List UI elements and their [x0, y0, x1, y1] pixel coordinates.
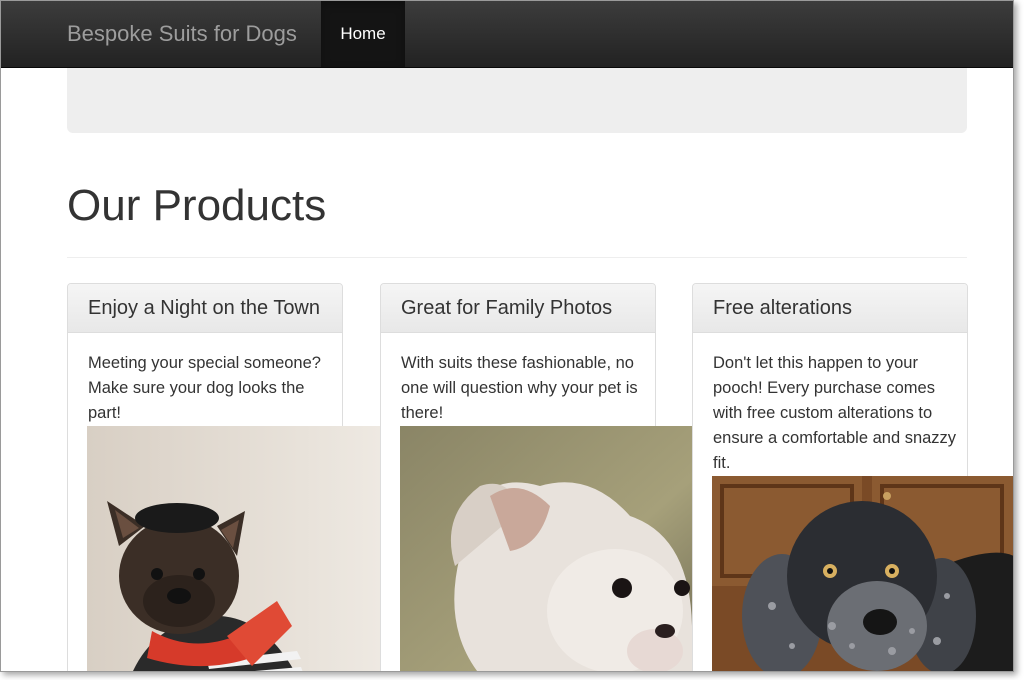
panel-heading: Free alterations — [693, 284, 967, 333]
jumbotron — [67, 68, 967, 133]
product-image-chinese-crested — [400, 426, 692, 671]
panel-heading: Enjoy a Night on the Town — [68, 284, 342, 333]
panel-heading: Great for Family Photos — [381, 284, 655, 333]
product-image-spaniel — [712, 476, 1013, 671]
product-panel-family-photos: Great for Family Photos With suits these… — [380, 283, 692, 671]
brand-link[interactable]: Bespoke Suits for Dogs — [67, 21, 297, 47]
page-header-divider — [67, 257, 967, 258]
panel-description: With suits these fashionable, no one wil… — [401, 354, 638, 422]
browser-viewport: Bespoke Suits for Dogs Home Our Products… — [0, 0, 1014, 672]
product-panel-night-on-town: Enjoy a Night on the Town Meeting your s… — [67, 283, 381, 671]
panel-description: Don't let this happen to your pooch! Eve… — [713, 354, 957, 472]
nav-home-link[interactable]: Home — [321, 1, 405, 67]
product-panel-free-alterations: Free alterations Don't let this happen t… — [692, 283, 1013, 671]
top-navbar: Bespoke Suits for Dogs Home — [1, 1, 1013, 68]
product-image-french-bulldog — [87, 426, 381, 671]
panel-description: Meeting your special someone? Make sure … — [88, 354, 321, 422]
page-title: Our Products — [67, 181, 327, 230]
